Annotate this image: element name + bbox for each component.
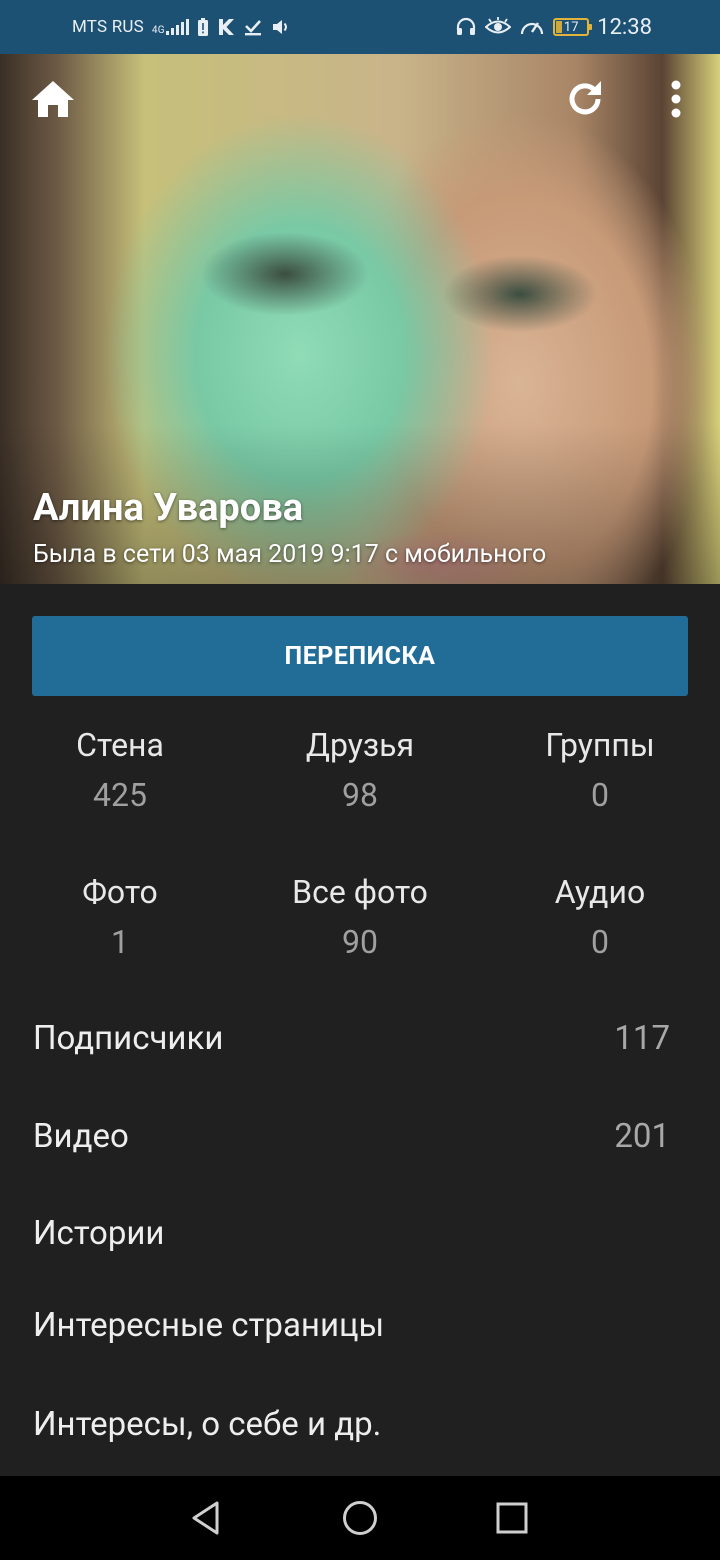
counter-label: Друзья (305, 726, 415, 764)
battery-icon: 17 (553, 18, 593, 36)
profile-screen: MTS RUS 4G 17 12:38 Алина Уварова Была в… (0, 0, 720, 1560)
counter-value: 98 (342, 776, 378, 814)
home-icon (32, 81, 74, 117)
list-item-stories[interactable]: Истории (0, 1189, 720, 1279)
counter-label: Аудио (554, 873, 646, 911)
messages-button[interactable]: ПЕРЕПИСКА (32, 616, 688, 696)
nav-home-button[interactable] (320, 1476, 400, 1560)
system-nav-bar (0, 1476, 720, 1560)
counter-value: 90 (342, 923, 378, 961)
nav-back-button[interactable] (166, 1476, 246, 1560)
speedometer-icon (521, 22, 544, 35)
nav-recents-button[interactable] (472, 1476, 552, 1560)
counter-value: 425 (93, 776, 147, 814)
list-item-label: Интересные страницы (33, 1306, 385, 1345)
clock: 12:38 (597, 14, 652, 40)
status-right: 17 12:38 (455, 0, 652, 54)
list-item-videos[interactable]: Видео 201 (0, 1092, 720, 1182)
battery-alert-icon (197, 18, 208, 36)
counter-label: Фото (82, 873, 158, 911)
list-item-interests-about[interactable]: Интересы, о себе и др. (0, 1380, 720, 1470)
counter-groups[interactable]: Группы 0 (480, 726, 720, 814)
counter-all-photos[interactable]: Все фото 90 (240, 873, 480, 961)
status-left: MTS RUS 4G (72, 0, 291, 54)
list-item-interesting-pages[interactable]: Интересные страницы (0, 1281, 720, 1371)
list-item-followers[interactable]: Подписчики 117 (0, 994, 720, 1084)
counter-label: Стена (76, 726, 164, 764)
network-type: 4G (151, 25, 165, 36)
list-item-label: Подписчики (33, 1019, 224, 1058)
volume-icon (272, 20, 287, 34)
counter-value: 1 (111, 923, 129, 961)
home-circle-icon (343, 1501, 377, 1535)
counter-photo[interactable]: Фото 1 (0, 873, 240, 961)
headset-icon (457, 17, 476, 35)
list-item-label: Видео (33, 1117, 129, 1156)
carrier-name: MTS RUS (72, 17, 144, 37)
counter-wall[interactable]: Стена 425 (0, 726, 240, 814)
signal-icon: 4G (151, 19, 189, 36)
counter-label: Все фото (292, 873, 428, 911)
kaspersky-icon (218, 19, 234, 35)
list-item-count: 201 (614, 1117, 670, 1156)
counter-value: 0 (591, 776, 609, 814)
counter-audio[interactable]: Аудио 0 (480, 873, 720, 961)
download-done-icon (244, 20, 261, 36)
refresh-button[interactable] (560, 74, 610, 124)
last-seen-status: Была в сети 03 мая 2019 9:17 с мобильног… (33, 540, 547, 569)
list-item-count: 117 (614, 1019, 670, 1058)
profile-cover-photo[interactable]: Алина Уварова Была в сети 03 мая 2019 9:… (0, 54, 720, 584)
messages-button-label: ПЕРЕПИСКА (284, 641, 436, 671)
more-options-button[interactable] (656, 74, 696, 124)
status-bar: MTS RUS 4G 17 12:38 (0, 0, 720, 54)
home-button[interactable] (28, 74, 78, 124)
list-item-label: Истории (33, 1214, 165, 1253)
battery-level: 17 (563, 19, 579, 35)
eye-icon (485, 17, 512, 34)
more-vert-icon (671, 80, 681, 118)
recents-square-icon (496, 1502, 528, 1534)
profile-name: Алина Уварова (33, 486, 304, 530)
counter-value: 0 (591, 923, 609, 961)
refresh-icon (569, 81, 601, 115)
counter-friends[interactable]: Друзья 98 (240, 726, 480, 814)
counter-label: Группы (545, 726, 655, 764)
list-item-label: Интересы, о себе и др. (33, 1405, 382, 1444)
back-icon (192, 1501, 219, 1535)
